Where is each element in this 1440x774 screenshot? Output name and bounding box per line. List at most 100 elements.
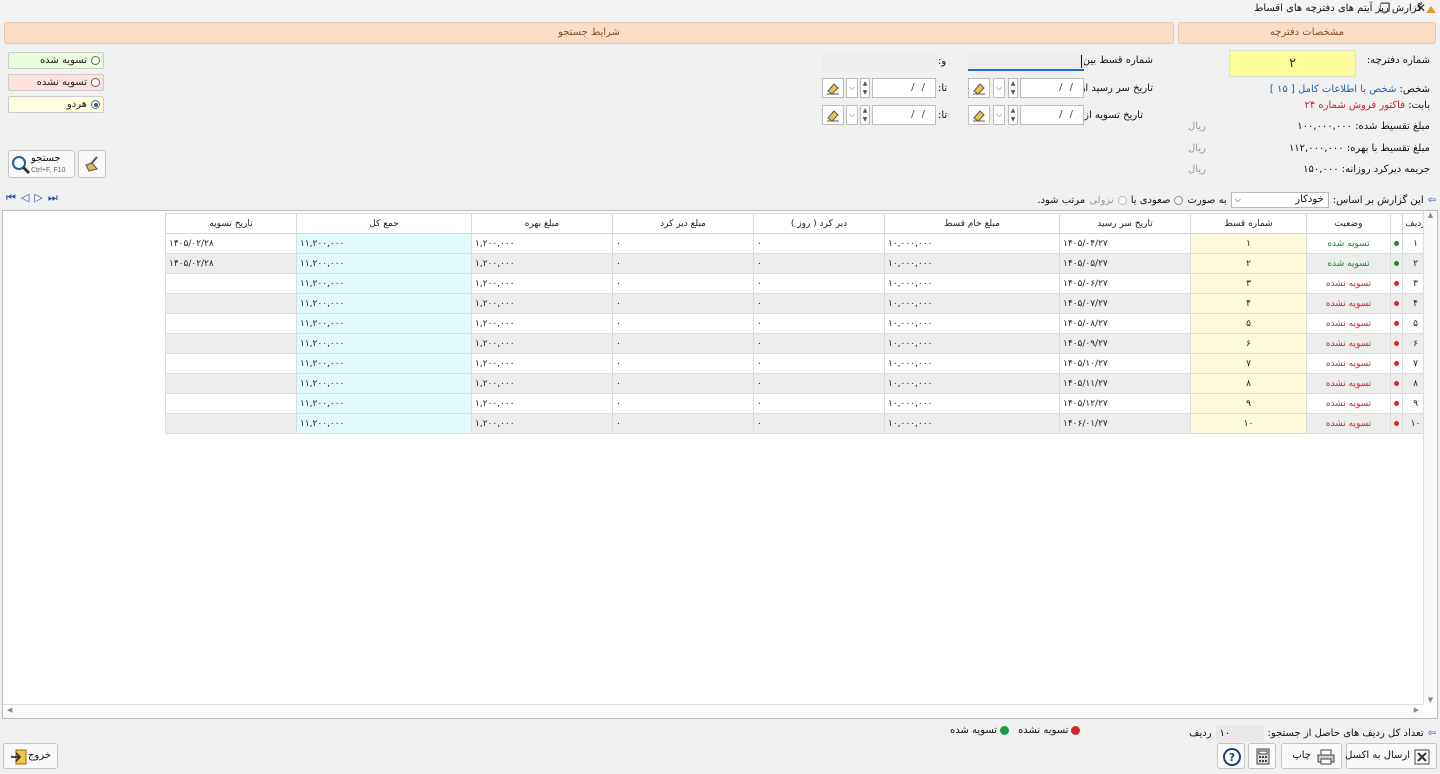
col-settle-date[interactable]: تاریخ تسویه [165, 213, 297, 234]
table-row[interactable]: ۱۰ تسویه نشده ۱۰ ۱۴۰۶/۰۱/۲۷ ۱۰,۰۰۰,۰۰۰ ۰ ۰ ۱,۲۰… [165, 413, 1429, 434]
restore-icon[interactable]: ❐ [1370, 0, 1400, 18]
radio-asc[interactable] [1174, 195, 1184, 205]
next-record-icon[interactable]: ▷ [34, 191, 47, 204]
cell-installment-number: ۹ [1190, 393, 1307, 414]
help-button[interactable]: ? [1217, 743, 1245, 769]
cell-installment-number: ۱ [1190, 233, 1307, 254]
status-dot [1390, 413, 1403, 434]
col-late-amount[interactable]: مبلغ دیر کرد [612, 213, 754, 234]
cell-raw-amount: ۱۰,۰۰۰,۰۰۰ [884, 373, 1060, 394]
first-record-icon[interactable]: ⏮ [6, 191, 21, 204]
amount-row: مبلغ تقسیط شده: ۱۰۰,۰۰۰,۰۰۰ [1297, 121, 1430, 132]
table-row[interactable]: ۷ تسویه نشده ۷ ۱۴۰۵/۱۰/۲۷ ۱۰,۰۰۰,۰۰۰ ۰ ۰ ۱,۲۰۰,… [165, 353, 1429, 374]
settle-to-spinner[interactable]: ▲ ▼ [860, 105, 870, 125]
status-dot [1390, 353, 1403, 374]
export-excel-button[interactable]: ارسال به اکسل [1345, 743, 1437, 769]
col-interest[interactable]: مبلغ بهره [471, 213, 613, 234]
installment-from-input[interactable] [968, 53, 1084, 71]
cell-settle-date [165, 333, 297, 354]
person-link[interactable]: شخص با اطلاعات کامل [ ۱۵ ] [1270, 84, 1396, 95]
due-from-date[interactable]: / / [1020, 78, 1084, 98]
settle-to-clear-icon[interactable] [822, 105, 844, 125]
cell-total: ۱۱,۲۰۰,۰۰۰ [296, 273, 472, 294]
cell-installment-number: ۸ [1190, 373, 1307, 394]
due-from-dropdown[interactable]: ⌵ [993, 78, 1005, 98]
settle-from-date[interactable]: / / [1020, 105, 1084, 125]
booklet-number-field[interactable]: ۲ [1229, 50, 1356, 77]
cell-raw-amount: ۱۰,۰۰۰,۰۰۰ [884, 293, 1060, 314]
excel-icon [1414, 749, 1430, 765]
radio-settled[interactable] [91, 56, 100, 65]
amount-interest-label: مبلغ تقسیط با بهره: [1346, 143, 1430, 154]
settle-to-date[interactable]: / / [872, 105, 936, 125]
option-both[interactable]: هردو [8, 96, 104, 113]
status-dot [1390, 333, 1403, 354]
search-button[interactable]: جستجو Ctrl+F, F10 [8, 150, 75, 178]
table-row[interactable]: ۸ تسویه نشده ۸ ۱۴۰۵/۱۱/۲۷ ۱۰,۰۰۰,۰۰۰ ۰ ۰ ۱,۲۰۰,… [165, 373, 1429, 394]
cell-due-date: ۱۴۰۵/۰۶/۲۷ [1059, 273, 1191, 294]
option-unsettled-label: تسویه نشده [36, 77, 87, 88]
col-raw-amount[interactable]: مبلغ خام قسط [884, 213, 1060, 234]
table-row[interactable]: ۲ تسویه شده ۲ ۱۴۰۵/۰۵/۲۷ ۱۰,۰۰۰,۰۰۰ ۰ ۰ ۱,۲۰۰,۰… [165, 253, 1429, 274]
table-body: ۱ تسویه شده ۱ ۱۴۰۵/۰۴/۲۷ ۱۰,۰۰۰,۰۰۰ ۰ ۰ ۱,۲۰۰,۰… [165, 233, 1429, 434]
arrow-left-icon: ⇦ [1427, 194, 1436, 206]
installment-to-input[interactable] [822, 53, 936, 71]
cell-status: تسویه نشده [1306, 413, 1391, 434]
due-to-clear-icon[interactable] [822, 78, 844, 98]
cell-raw-amount: ۱۰,۰۰۰,۰۰۰ [884, 333, 1060, 354]
settle-from-dropdown[interactable]: ⌵ [993, 105, 1005, 125]
cell-due-date: ۱۴۰۵/۱۱/۲۷ [1059, 373, 1191, 394]
sort-row: ⇦ این گزارش بر اساس: خودکار ⌵ به صورت صع… [1037, 192, 1436, 208]
cell-settle-date [165, 393, 297, 414]
col-due-date[interactable]: تاریخ سر رسید [1059, 213, 1191, 234]
print-button[interactable]: چاپ [1281, 743, 1342, 769]
sort-desc-label: نزولی [1089, 194, 1114, 206]
prev-record-icon[interactable]: ◁ [21, 191, 34, 204]
radio-both[interactable] [91, 100, 100, 109]
due-from-clear-icon[interactable] [968, 78, 990, 98]
due-to-spinner[interactable]: ▲ ▼ [860, 78, 870, 98]
vertical-scrollbar[interactable]: ▲ ▼ [1423, 211, 1437, 704]
due-to-dropdown[interactable]: ⌵ [846, 78, 858, 98]
radio-unsettled[interactable] [91, 78, 100, 87]
cell-late-days: ۰ [753, 333, 885, 354]
cell-raw-amount: ۱۰,۰۰۰,۰۰۰ [884, 273, 1060, 294]
cell-installment-number: ۷ [1190, 353, 1307, 374]
table-row[interactable]: ۵ تسویه نشده ۵ ۱۴۰۵/۰۸/۲۷ ۱۰,۰۰۰,۰۰۰ ۰ ۰ ۱,۲۰۰,… [165, 313, 1429, 334]
cell-raw-amount: ۱۰,۰۰۰,۰۰۰ [884, 253, 1060, 274]
horizontal-scrollbar[interactable]: ◀ ▶ [3, 704, 1423, 718]
settle-from-spinner[interactable]: ▲ ▼ [1008, 105, 1018, 125]
col-late-days[interactable]: دیر کرد ( روز ) [753, 213, 885, 234]
installments-grid[interactable]: ردیف وضعیت شماره قسط تاریخ سر رسید مبلغ … [2, 210, 1438, 719]
col-status[interactable]: وضعیت [1306, 213, 1391, 234]
due-to-date[interactable]: / / [872, 78, 936, 98]
exit-button[interactable]: خروج [3, 743, 58, 769]
status-dot [1390, 273, 1403, 294]
option-settled[interactable]: تسویه شده [8, 52, 104, 69]
due-from-spinner[interactable]: ▲ ▼ [1008, 78, 1018, 98]
sort-select[interactable]: خودکار ⌵ [1230, 192, 1329, 208]
col-total[interactable]: جمع کل [296, 213, 472, 234]
for-row: بابت: فاکتور فروش شماره ۲۴ [1305, 100, 1431, 111]
table-row[interactable]: ۶ تسویه نشده ۶ ۱۴۰۵/۰۹/۲۷ ۱۰,۰۰۰,۰۰۰ ۰ ۰ ۱,۲۰۰,… [165, 333, 1429, 354]
table-row[interactable]: ۳ تسویه نشده ۳ ۱۴۰۵/۰۶/۲۷ ۱۰,۰۰۰,۰۰۰ ۰ ۰ ۱,۲۰۰,… [165, 273, 1429, 294]
search-shortcut: Ctrl+F, F10 [31, 167, 66, 174]
chevron-down-icon: ⌵ [1234, 195, 1241, 204]
clear-filters-button[interactable] [78, 150, 106, 178]
table-row[interactable]: ۹ تسویه نشده ۹ ۱۴۰۵/۱۲/۲۷ ۱۰,۰۰۰,۰۰۰ ۰ ۰ ۱,۲۰۰,… [165, 393, 1429, 414]
table-row[interactable]: ۴ تسویه نشده ۴ ۱۴۰۵/۰۷/۲۷ ۱۰,۰۰۰,۰۰۰ ۰ ۰ ۱,۲۰۰,… [165, 293, 1429, 314]
invoice-link[interactable]: فاکتور فروش شماره ۲۴ [1305, 100, 1406, 111]
radio-desc[interactable] [1117, 195, 1127, 205]
count-label: تعداد کل ردیف های حاصل از جستجو: [1267, 728, 1424, 739]
cell-late-days: ۰ [753, 393, 885, 414]
settle-from-clear-icon[interactable] [968, 105, 990, 125]
cell-late-days: ۰ [753, 293, 885, 314]
col-installment-number[interactable]: شماره قسط [1190, 213, 1307, 234]
settle-to-dropdown[interactable]: ⌵ [846, 105, 858, 125]
last-record-icon[interactable]: ⏭ [48, 191, 63, 204]
table-row[interactable]: ۱ تسویه شده ۱ ۱۴۰۵/۰۴/۲۷ ۱۰,۰۰۰,۰۰۰ ۰ ۰ ۱,۲۰۰,۰… [165, 233, 1429, 254]
close-icon[interactable]: ✕ [1406, 0, 1436, 18]
option-unsettled[interactable]: تسویه نشده [8, 74, 104, 91]
cell-raw-amount: ۱۰,۰۰۰,۰۰۰ [884, 353, 1060, 374]
calculator-button[interactable] [1248, 743, 1276, 769]
